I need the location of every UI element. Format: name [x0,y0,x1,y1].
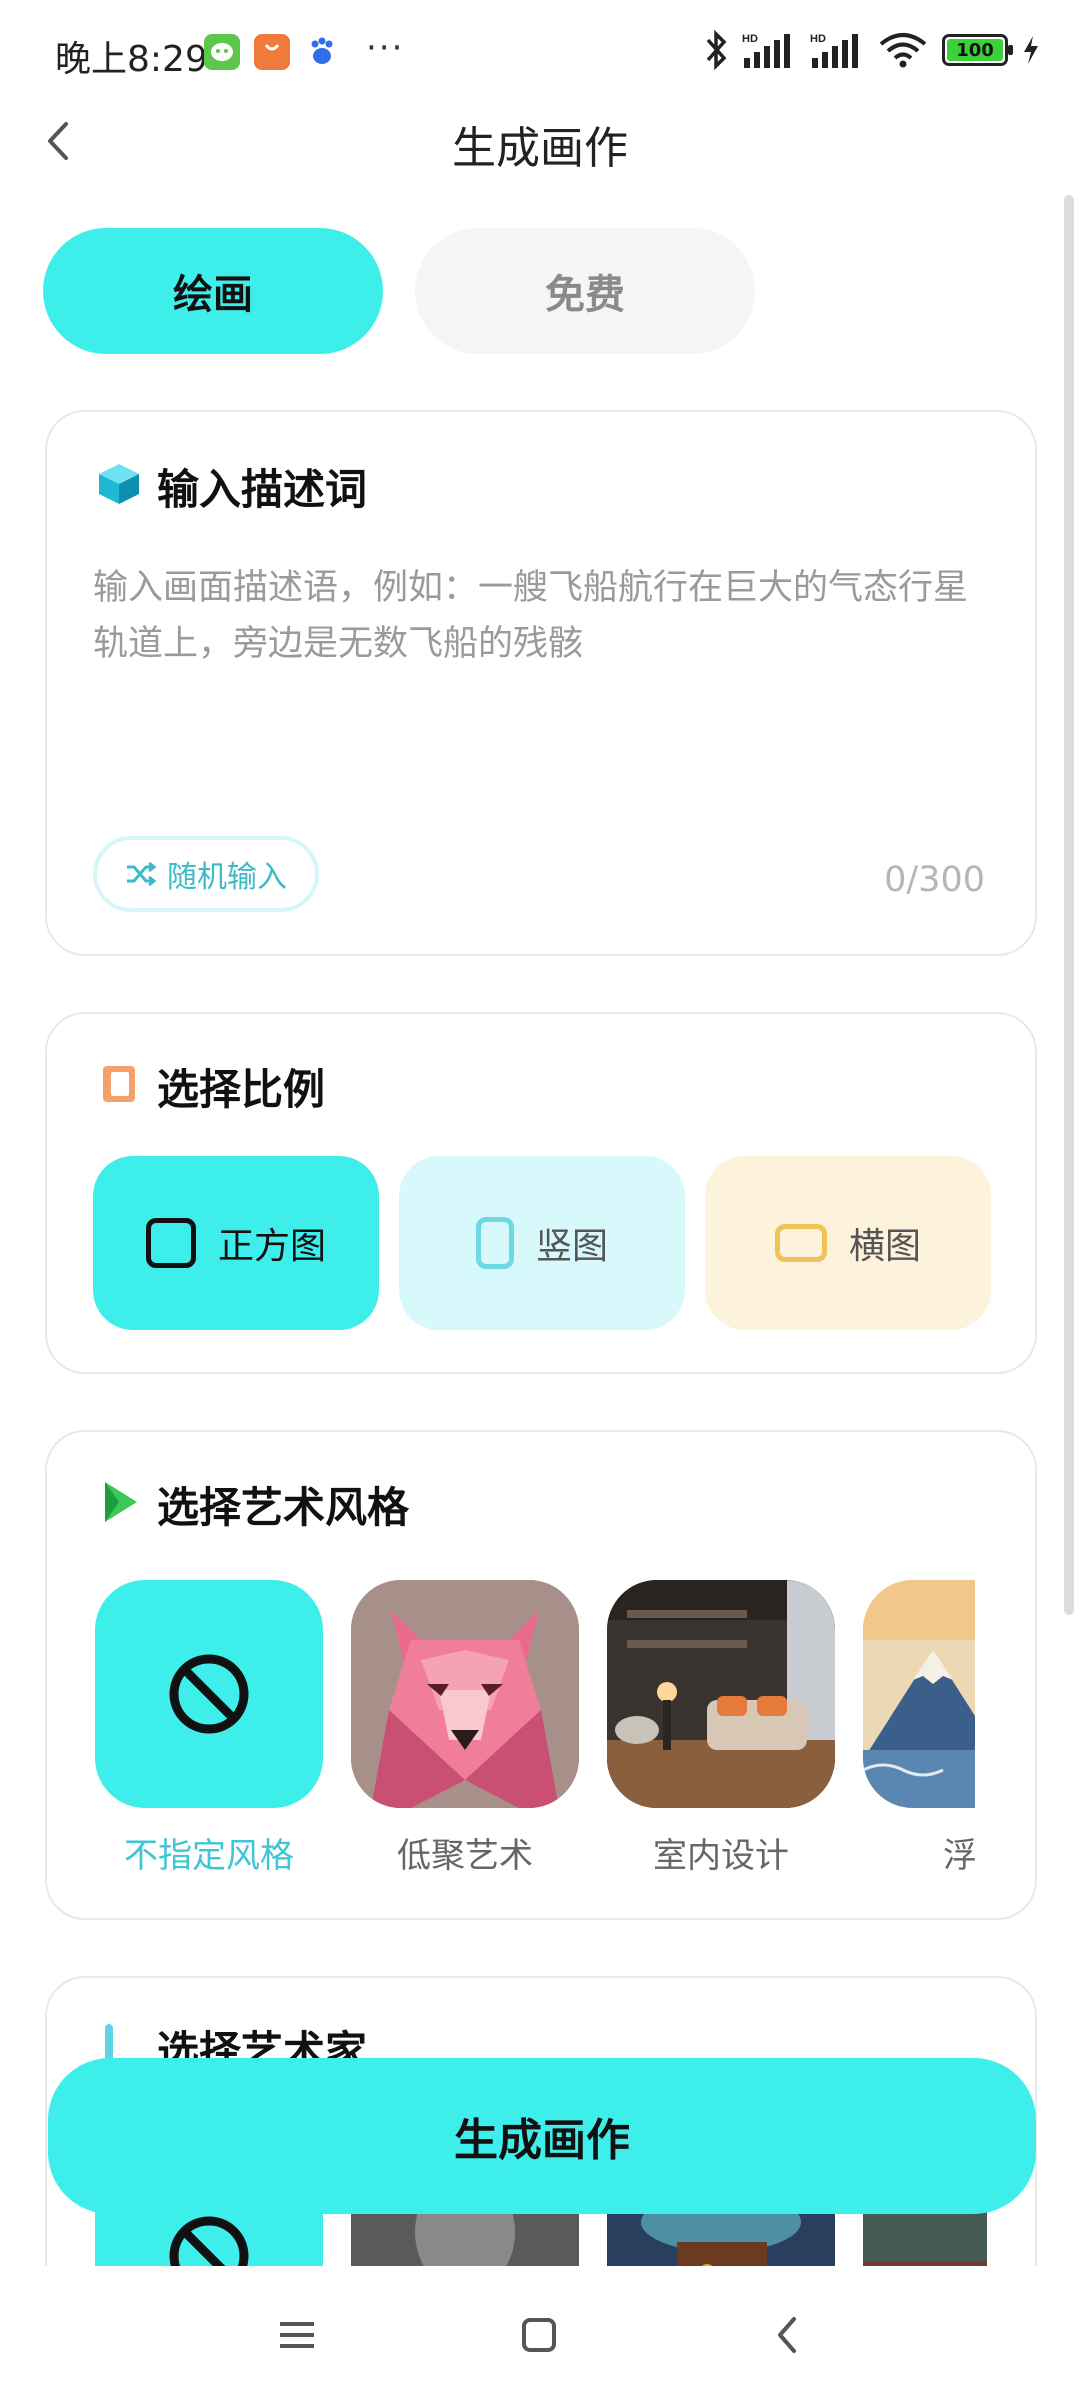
style-item-none[interactable]: 不指定风格 [95,1580,323,1877]
style-item-interior[interactable]: 室内设计 [607,1580,835,1877]
ratio-square-label: 正方图 [217,1226,326,1267]
style-label: 不指定风格 [124,1836,294,1876]
ratio-square-option[interactable]: 正方图 [93,1156,379,1330]
ratio-portrait-label: 竖图 [535,1226,608,1267]
style-label: 室内设计 [653,1836,789,1876]
status-icons: HD HD 100 [704,30,1040,70]
tab-free[interactable]: 免费 [415,228,755,354]
generate-button[interactable]: 生成画作 [48,2058,1036,2214]
style-thumb-none [95,1580,323,1808]
home-square-icon [522,2318,556,2352]
landscape-shape-icon [774,1224,827,1262]
prompt-input[interactable]: 输入画面描述语，例如：一艘飞船航行在巨大的气态行星轨道上，旁边是无数飞船的残骸 [93,560,993,672]
style-list[interactable]: 不指定风格 低聚艺术 室内设计 浮 [95,1580,975,1940]
back-triangle-icon [778,2317,796,2353]
interior-room-image [607,1580,835,1808]
style-label: 低聚艺术 [397,1836,533,1876]
wechat-notification-icon [204,34,240,70]
shopping-notification-icon [254,34,290,70]
random-input-label: 随机输入 [167,860,287,895]
ratio-landscape-option[interactable]: 横图 [705,1156,991,1330]
ukiyoe-mountain-image [863,1580,975,1808]
battery-icon: 100 [942,34,1013,66]
battery-level: 100 [956,39,994,61]
ratio-card: 选择比例 正方图 竖图 横图 [45,1012,1037,1374]
signal-icon-2: HD [810,33,858,68]
status-time: 晚上8:29 [55,39,208,80]
svg-text:HD: HD [810,33,826,45]
menu-nav-button[interactable] [272,2310,322,2360]
style-card: 选择艺术风格 不指定风格 低聚艺术 室内设计 浮 [45,1430,1037,1920]
char-counter: 0/300 [884,860,985,900]
charging-icon [1024,36,1038,64]
style-label: 浮世 [943,1836,975,1876]
cube-icon [99,464,139,504]
svg-text:HD: HD [742,33,758,45]
signal-icon: HD [742,33,790,68]
scrollbar[interactable] [1064,195,1074,1615]
menu-icon [280,2322,314,2348]
style-item-ukiyoe[interactable]: 浮世 [863,1580,975,1877]
ratio-landscape-label: 横图 [848,1226,921,1267]
back-nav-button[interactable] [762,2310,812,2360]
portrait-shape-icon [475,1217,514,1269]
more-notifications-icon: ··· [366,28,405,68]
tab-draw[interactable]: 绘画 [43,228,383,354]
play-triangle-icon [105,1482,137,1522]
ban-icon [169,1654,249,1734]
lowpoly-wolf-image [351,1580,579,1808]
prompt-card-title: 输入描述词 [157,465,368,514]
wifi-icon [879,33,927,68]
system-nav-bar [0,2266,1080,2400]
square-shape-icon [145,1218,196,1268]
status-bar: 晚上8:29 ··· HD HD 100 [0,0,1080,100]
paw-notification-icon [304,34,340,70]
prompt-card: 输入描述词 输入画面描述语，例如：一艘飞船航行在巨大的气态行星轨道上，旁边是无数… [45,410,1037,956]
style-card-title: 选择艺术风格 [157,1483,410,1532]
ratio-icon [103,1066,135,1102]
shuffle-icon [127,861,157,887]
bluetooth-icon [706,30,727,70]
ratio-portrait-option[interactable]: 竖图 [399,1156,685,1330]
home-nav-button[interactable] [514,2310,564,2360]
page-title: 生成画作 [452,123,628,174]
random-input-button[interactable]: 随机输入 [93,836,319,912]
style-item-lowpoly[interactable]: 低聚艺术 [351,1580,579,1877]
ratio-card-title: 选择比例 [157,1065,326,1114]
